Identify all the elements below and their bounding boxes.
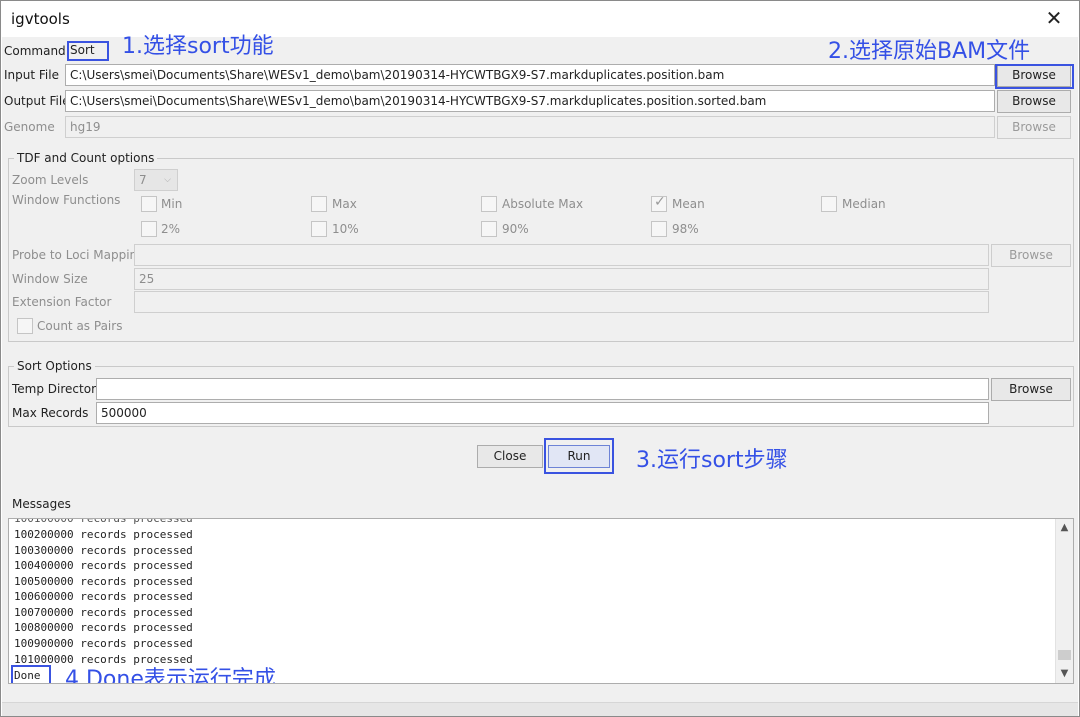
checkbox-mean-label: Mean [672, 197, 705, 211]
scroll-up-icon[interactable]: ▲ [1056, 519, 1073, 536]
annotation-box-command [67, 41, 109, 61]
probe-mapping-field[interactable] [134, 244, 989, 266]
message-line: 100400000 records processed [14, 559, 193, 572]
temp-directory-label: Temp Directory [12, 382, 104, 396]
message-line-partial: 100100000 records processed [14, 518, 193, 525]
annotation-box-run [544, 438, 614, 474]
checkbox-10pct-label: 10% [332, 222, 359, 236]
dialog-body: Command Sort 1.选择sort功能 2.选择原始BAM文件 Inpu… [2, 34, 1078, 716]
annotation-2: 2.选择原始BAM文件 [828, 39, 1031, 64]
annotation-1: 1.选择sort功能 [122, 34, 274, 59]
probe-mapping-browse-button[interactable]: Browse [991, 244, 1071, 267]
probe-mapping-label: Probe to Loci Mapping [12, 248, 145, 262]
message-line: 100500000 records processed [14, 575, 193, 588]
count-as-pairs-label: Count as Pairs [37, 319, 123, 333]
close-button[interactable]: Close [477, 445, 543, 468]
output-file-field[interactable]: C:\Users\smei\Documents\Share\WESv1_demo… [65, 90, 995, 112]
window-title: igvtools [11, 10, 70, 28]
message-line: 100700000 records processed [14, 606, 193, 619]
message-line: 100200000 records processed [14, 528, 193, 541]
status-bar [2, 702, 1078, 716]
genome-field[interactable]: hg19 [65, 116, 995, 138]
output-file-browse-button[interactable]: Browse [997, 90, 1071, 113]
input-file-field[interactable]: C:\Users\smei\Documents\Share\WESv1_demo… [65, 64, 995, 86]
check-icon: ✓ [654, 194, 666, 210]
checkbox-2pct[interactable] [141, 221, 157, 237]
message-line: 100600000 records processed [14, 590, 193, 603]
annotation-box-browse [995, 64, 1074, 89]
input-file-label: Input File [4, 68, 59, 82]
command-label: Command [4, 44, 66, 58]
checkbox-98pct-label: 98% [672, 222, 699, 236]
temp-directory-browse-button[interactable]: Browse [991, 378, 1071, 401]
genome-browse-button[interactable]: Browse [997, 116, 1071, 139]
messages-label: Messages [12, 497, 71, 511]
checkbox-max[interactable] [311, 196, 327, 212]
igvtools-window: igvtools ✕ Command Sort 1.选择sort功能 2.选择原… [0, 0, 1080, 717]
checkbox-median[interactable] [821, 196, 837, 212]
close-window-icon[interactable]: ✕ [1043, 7, 1065, 29]
zoom-levels-select[interactable]: 7 ⌵ [134, 169, 178, 191]
checkbox-count-as-pairs[interactable] [17, 318, 33, 334]
checkbox-median-label: Median [842, 197, 886, 211]
checkbox-mean[interactable]: ✓ [651, 194, 667, 212]
output-file-label: Output File [4, 94, 70, 108]
window-functions-label: Window Functions [12, 193, 121, 207]
checkbox-90pct[interactable] [481, 221, 497, 237]
tdf-options-title: TDF and Count options [14, 151, 158, 165]
scroll-thumb[interactable] [1058, 650, 1071, 660]
checkbox-98pct[interactable] [651, 221, 667, 237]
window-size-field[interactable]: 25 [134, 268, 989, 290]
annotation-3: 3.运行sort步骤 [636, 448, 788, 473]
checkbox-2pct-label: 2% [161, 222, 181, 236]
window-size-label: Window Size [12, 272, 88, 286]
scroll-down-icon[interactable]: ▼ [1056, 665, 1073, 682]
checkbox-absolute-max[interactable] [481, 196, 497, 212]
max-records-field[interactable]: 500000 [96, 402, 989, 424]
message-line: 100800000 records processed [14, 621, 193, 634]
message-line: 100300000 records processed [14, 544, 193, 557]
checkbox-max-label: Max [332, 197, 357, 211]
annotation-4: 4.Done表示运行完成 [65, 667, 276, 684]
extension-factor-field[interactable] [134, 291, 989, 313]
checkbox-min[interactable] [141, 196, 157, 212]
message-line: 100900000 records processed [14, 637, 193, 650]
temp-directory-field[interactable] [96, 378, 989, 400]
messages-log[interactable]: 100100000 records processed 100200000 re… [8, 518, 1074, 684]
checkbox-absolute-max-label: Absolute Max [502, 197, 584, 211]
zoom-levels-label: Zoom Levels [12, 173, 89, 187]
zoom-levels-value: 7 [139, 173, 147, 187]
checkbox-min-label: Min [161, 197, 183, 211]
max-records-label: Max Records [12, 406, 89, 420]
extension-factor-label: Extension Factor [12, 295, 112, 309]
chevron-down-icon: ⌵ [164, 175, 171, 185]
genome-label: Genome [4, 120, 55, 134]
checkbox-10pct[interactable] [311, 221, 327, 237]
messages-scrollbar[interactable]: ▲ ▼ [1055, 519, 1073, 683]
sort-options-title: Sort Options [14, 359, 95, 373]
annotation-box-done [11, 665, 51, 683]
checkbox-90pct-label: 90% [502, 222, 529, 236]
